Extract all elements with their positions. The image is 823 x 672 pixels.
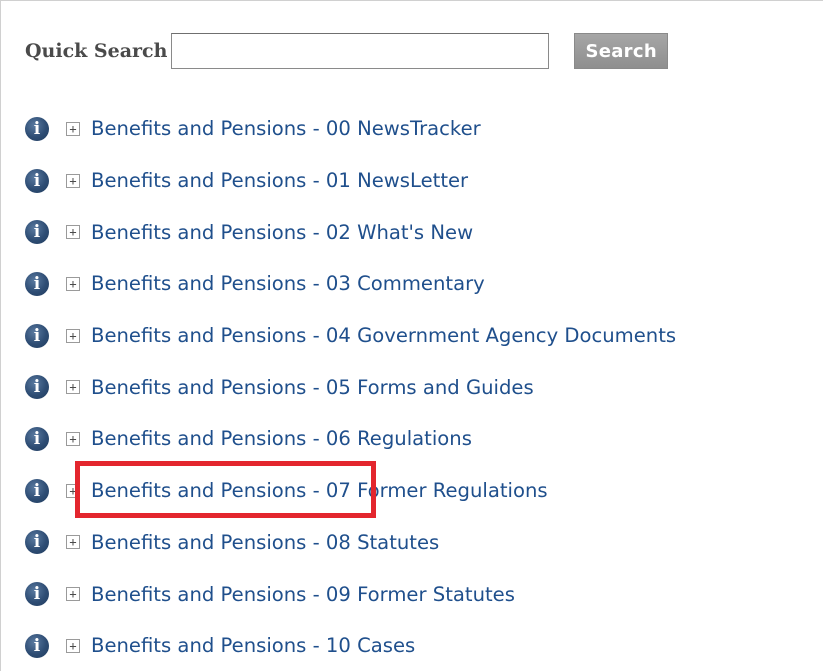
expand-plus-icon[interactable]: +: [66, 121, 80, 136]
info-icon[interactable]: i: [25, 582, 49, 607]
list-item: i + Benefits and Pensions - 06 Regulatio…: [25, 413, 676, 465]
info-icon[interactable]: i: [25, 478, 49, 503]
collection-link[interactable]: Benefits and Pensions - 01 NewsLetter: [91, 169, 468, 192]
expand-plus-icon[interactable]: +: [66, 483, 80, 498]
list-item: i + Benefits and Pensions - 10 Cases: [25, 620, 676, 672]
expand-plus-icon[interactable]: +: [66, 173, 80, 188]
expand-plus-icon[interactable]: +: [66, 276, 80, 291]
info-icon[interactable]: i: [25, 271, 49, 296]
collection-link[interactable]: Benefits and Pensions - 07 Former Regula…: [91, 479, 548, 502]
list-item: i + Benefits and Pensions - 00 NewsTrack…: [25, 103, 676, 155]
expand-plus-icon[interactable]: +: [66, 535, 80, 550]
info-icon[interactable]: i: [25, 116, 49, 141]
expand-plus-icon[interactable]: +: [66, 587, 80, 602]
expand-plus-icon[interactable]: +: [66, 431, 80, 446]
info-icon[interactable]: i: [25, 633, 49, 658]
collection-link[interactable]: Benefits and Pensions - 03 Commentary: [91, 272, 485, 295]
collection-link[interactable]: Benefits and Pensions - 00 NewsTracker: [91, 117, 481, 140]
collection-link[interactable]: Benefits and Pensions - 05 Forms and Gui…: [91, 376, 534, 399]
collection-link[interactable]: Benefits and Pensions - 06 Regulations: [91, 427, 472, 450]
expand-plus-icon[interactable]: +: [66, 638, 80, 653]
collection-list: i + Benefits and Pensions - 00 NewsTrack…: [25, 103, 676, 672]
info-icon[interactable]: i: [25, 220, 49, 245]
info-icon[interactable]: i: [25, 168, 49, 193]
collection-link[interactable]: Benefits and Pensions - 02 What's New: [91, 221, 473, 244]
list-item: i + Benefits and Pensions - 02 What's Ne…: [25, 206, 676, 258]
info-icon[interactable]: i: [25, 323, 49, 348]
collection-link[interactable]: Benefits and Pensions - 10 Cases: [91, 634, 415, 657]
expand-plus-icon[interactable]: +: [66, 328, 80, 343]
search-button[interactable]: Search: [574, 33, 668, 69]
expand-plus-icon[interactable]: +: [66, 225, 80, 240]
content-panel: Quick Search Search i + Benefits and Pen…: [0, 0, 823, 671]
list-item: i + Benefits and Pensions - 03 Commentar…: [25, 258, 676, 310]
info-icon[interactable]: i: [25, 530, 49, 555]
quick-search-label: Quick Search: [25, 40, 168, 62]
info-icon[interactable]: i: [25, 426, 49, 451]
list-item: i + Benefits and Pensions - 01 NewsLette…: [25, 155, 676, 207]
list-item: i + Benefits and Pensions - 04 Governmen…: [25, 310, 676, 362]
list-item: i + Benefits and Pensions - 07 Former Re…: [25, 465, 676, 517]
list-item: i + Benefits and Pensions - 05 Forms and…: [25, 361, 676, 413]
collection-link[interactable]: Benefits and Pensions - 09 Former Statut…: [91, 583, 515, 606]
quick-search-input[interactable]: [171, 33, 550, 69]
collection-link[interactable]: Benefits and Pensions - 04 Government Ag…: [91, 324, 676, 347]
quick-search-bar: Quick Search Search: [25, 31, 668, 71]
collection-link[interactable]: Benefits and Pensions - 08 Statutes: [91, 531, 439, 554]
expand-plus-icon[interactable]: +: [66, 380, 80, 395]
info-icon[interactable]: i: [25, 375, 49, 400]
list-item: i + Benefits and Pensions - 09 Former St…: [25, 568, 676, 620]
list-item: i + Benefits and Pensions - 08 Statutes: [25, 517, 676, 569]
